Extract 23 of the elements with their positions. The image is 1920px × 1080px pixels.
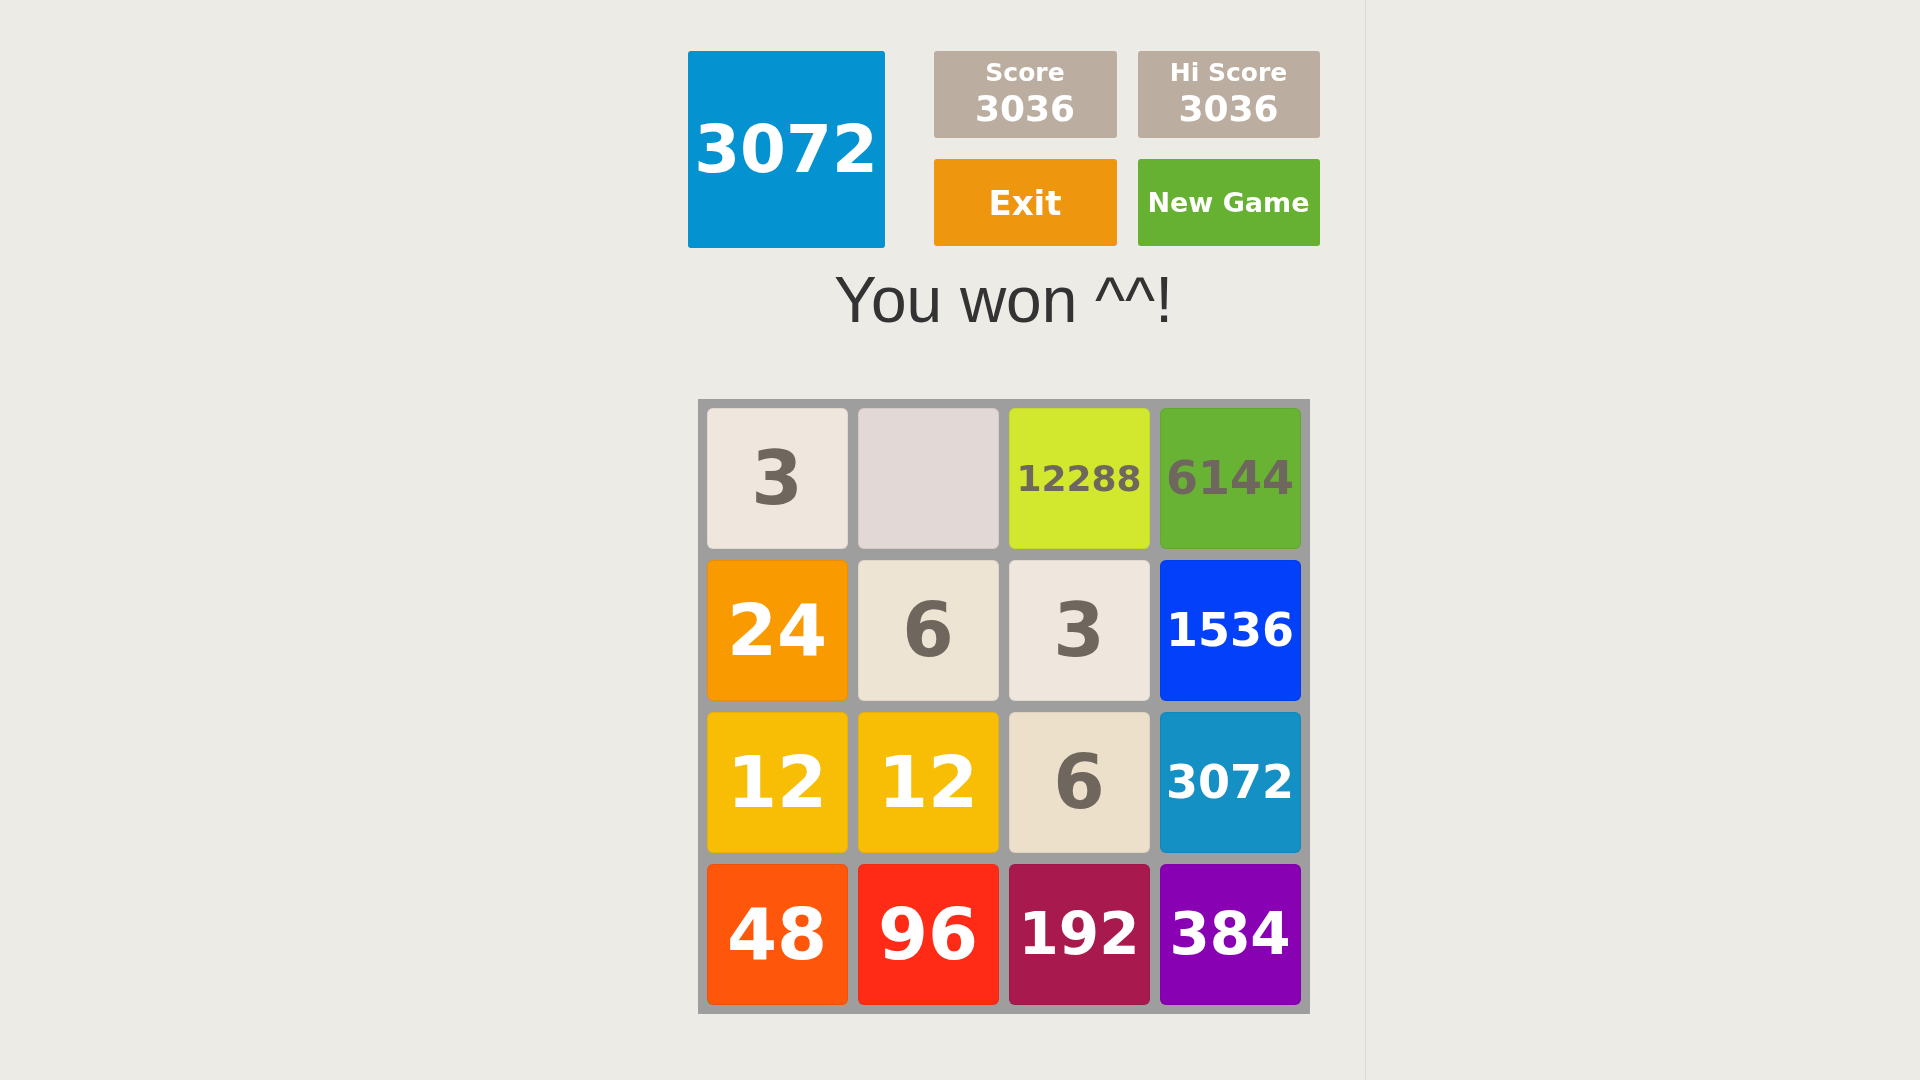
new-game-button[interactable]: New Game	[1137, 159, 1320, 246]
number-tile: 96	[857, 863, 999, 1005]
number-tile: 6	[1008, 711, 1150, 853]
hi-score-value: 3036	[1178, 88, 1279, 130]
number-tile: 3	[1008, 559, 1150, 701]
number-tile: 24	[706, 559, 848, 701]
number-tile: 6	[857, 559, 999, 701]
score-label: Score	[985, 59, 1065, 89]
best-tile: 3072	[687, 51, 885, 248]
exit-button[interactable]: Exit	[933, 159, 1117, 246]
number-tile: 3	[706, 407, 848, 549]
win-message: You won ^^!	[834, 263, 1173, 338]
number-tile: 48	[706, 863, 848, 1005]
number-tile: 12288	[1008, 407, 1150, 549]
number-tile: 3072	[1159, 711, 1301, 853]
number-tile: 6144	[1159, 407, 1301, 549]
number-tile: 1536	[1159, 559, 1301, 701]
number-tile: 192	[1008, 863, 1150, 1005]
number-tile: 12	[857, 711, 999, 853]
number-tile: 12	[706, 711, 848, 853]
hi-score-label: Hi Score	[1169, 59, 1288, 89]
number-tile: 384	[1159, 863, 1301, 1005]
score-value: 3036	[974, 88, 1076, 130]
